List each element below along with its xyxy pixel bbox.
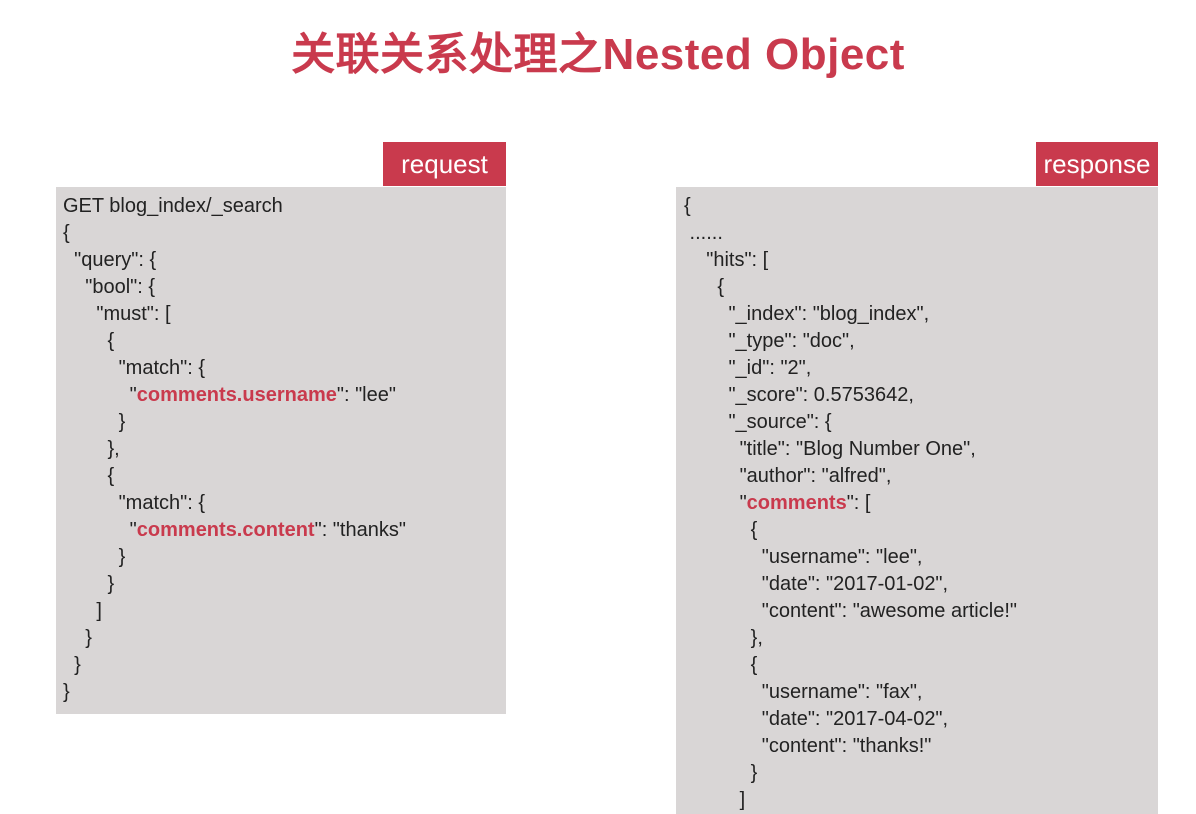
response-code-text: "author": "alfred",	[684, 465, 892, 487]
request-highlighted-field: comments.content	[136, 519, 315, 541]
response-code-line: ......	[684, 220, 1158, 247]
response-code-line: }	[684, 760, 1158, 787]
response-code-line: {	[684, 517, 1158, 544]
response-tag: response	[1036, 142, 1158, 186]
response-code-line: "_id": "2",	[684, 355, 1158, 382]
response-code-text: "_score": 0.5753642,	[684, 384, 914, 406]
response-code-line: "_index": "blog_index",	[684, 301, 1158, 328]
response-code-text: "content": "awesome article!"	[684, 600, 1017, 622]
response-code-text: "_source": {	[684, 411, 832, 433]
request-code-text: ": "lee"	[336, 384, 396, 406]
request-code-line: }	[63, 679, 506, 706]
response-code-text: "date": "2017-04-02",	[684, 708, 949, 730]
response-code-text: ]	[684, 789, 746, 811]
response-code-line: },	[684, 625, 1158, 652]
response-code-line: "content": "thanks!"	[684, 733, 1158, 760]
response-code-line: "date": "2017-01-02",	[684, 571, 1158, 598]
request-code-line: "query": {	[63, 247, 506, 274]
response-code-line: "comments": [	[684, 490, 1158, 517]
request-code-line: },	[63, 436, 506, 463]
request-code-line: {	[63, 463, 506, 490]
response-code-line: "date": "2017-04-02",	[684, 706, 1158, 733]
response-code-text: ......	[684, 222, 723, 244]
response-code-line: "_score": 0.5753642,	[684, 382, 1158, 409]
request-code-line: }	[63, 625, 506, 652]
request-code-line: "match": {	[63, 355, 506, 382]
response-code-text: },	[684, 627, 763, 649]
request-code-text: "	[63, 384, 137, 406]
response-code-line: "author": "alfred",	[684, 463, 1158, 490]
request-code-line: }	[63, 652, 506, 679]
response-code-panel: { ...... "hits": [ { "_index": "blog_ind…	[676, 187, 1158, 814]
request-code-text: }	[63, 546, 126, 568]
response-code-line: "_type": "doc",	[684, 328, 1158, 355]
response-code-line: ]	[684, 787, 1158, 814]
response-code-text: "	[684, 492, 747, 514]
response-code-text: {	[684, 195, 691, 217]
request-code-line: "match": {	[63, 490, 506, 517]
request-code-text: {	[63, 222, 70, 244]
request-code-text: ]	[63, 600, 102, 622]
response-code-text: "username": "lee",	[684, 546, 923, 568]
request-code-text: }	[63, 654, 81, 676]
response-highlighted-field: comments	[746, 492, 847, 514]
request-code-text: ": "thanks"	[314, 519, 406, 541]
request-code-text: }	[63, 681, 70, 703]
response-code-line: {	[684, 193, 1158, 220]
request-code-line: }	[63, 544, 506, 571]
response-code-text: "content": "thanks!"	[684, 735, 932, 757]
slide-title: 关联关系处理之Nested Object	[291, 30, 905, 79]
request-code-line: "comments.content": "thanks"	[63, 517, 506, 544]
response-code-line: "username": "fax",	[684, 679, 1158, 706]
response-code-line: "hits": [	[684, 247, 1158, 274]
request-code-text: {	[63, 330, 115, 352]
request-code-line: ]	[63, 598, 506, 625]
request-code-panel: GET blog_index/_search { "query": { "bool…	[56, 187, 506, 714]
request-code-text: }	[63, 627, 92, 649]
request-code-text: }	[63, 411, 126, 433]
response-code-line: "content": "awesome article!"	[684, 598, 1158, 625]
request-code-line: GET blog_index/_search	[63, 193, 506, 220]
response-code-line: "title": "Blog Number One",	[684, 436, 1158, 463]
request-code-text: "query": {	[63, 249, 157, 271]
response-code-text: "date": "2017-01-02",	[684, 573, 949, 595]
request-code-line: {	[63, 220, 506, 247]
response-code-text: "_id": "2",	[684, 357, 812, 379]
response-code-text: ": [	[846, 492, 871, 514]
request-code-line: "comments.username": "lee"	[63, 382, 506, 409]
request-code-line: {	[63, 328, 506, 355]
response-code-text: "_index": "blog_index",	[684, 303, 930, 325]
response-code-text: "username": "fax",	[684, 681, 923, 703]
request-code-line: "must": [	[63, 301, 506, 328]
response-code-line: "username": "lee",	[684, 544, 1158, 571]
request-code-text: "match": {	[63, 492, 206, 514]
request-code-line: }	[63, 409, 506, 436]
request-code-text: },	[63, 438, 120, 460]
response-code-text: }	[684, 762, 758, 784]
response-code-line: "_source": {	[684, 409, 1158, 436]
response-code-text: {	[684, 519, 758, 541]
request-code-text: "match": {	[63, 357, 206, 379]
response-code-text: {	[684, 654, 758, 676]
request-code-text: "must": [	[63, 303, 171, 325]
request-code-text: {	[63, 465, 115, 487]
request-code-line: "bool": {	[63, 274, 506, 301]
response-code-text: "_type": "doc",	[684, 330, 855, 352]
request-code-text: GET blog_index/_search	[63, 195, 283, 217]
request-code-text: }	[63, 573, 115, 595]
response-code-text: "hits": [	[684, 249, 769, 271]
response-code-text: {	[684, 276, 725, 298]
request-highlighted-field: comments.username	[136, 384, 337, 406]
request-code-line: }	[63, 571, 506, 598]
request-code-text: "bool": {	[63, 276, 156, 298]
request-code-text: "	[63, 519, 137, 541]
response-code-line: {	[684, 274, 1158, 301]
request-tag: request	[383, 142, 506, 186]
response-code-text: "title": "Blog Number One",	[684, 438, 976, 460]
response-code-line: {	[684, 652, 1158, 679]
